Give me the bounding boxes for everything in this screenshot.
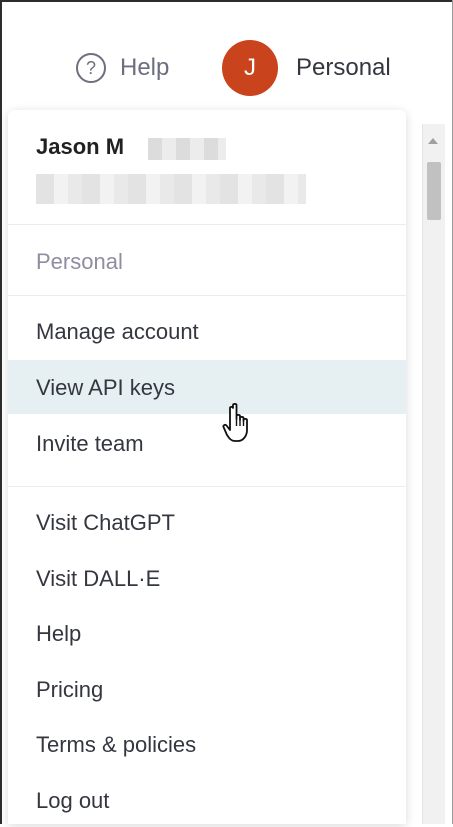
avatar: J	[222, 40, 278, 96]
redacted-email	[36, 174, 306, 204]
menu-item-log-out[interactable]: Log out	[8, 773, 406, 827]
menu-item-label: Pricing	[36, 677, 104, 702]
menu-section-account: Manage account View API keys Invite team	[8, 304, 406, 487]
menu-item-label: Manage account	[36, 319, 199, 344]
top-bar: ? Help J Personal	[0, 0, 453, 110]
menu-item-label: Log out	[36, 788, 110, 813]
account-dropdown-menu: Jason M Personal Manage account View API…	[8, 110, 406, 824]
menu-item-pricing[interactable]: Pricing	[8, 662, 406, 716]
help-link[interactable]: ? Help	[76, 52, 169, 84]
menu-item-visit-chatgpt[interactable]: Visit ChatGPT	[8, 495, 406, 549]
menu-item-label: Terms & policies	[36, 732, 197, 757]
vertical-scrollbar[interactable]	[422, 124, 445, 824]
menu-item-terms-policies[interactable]: Terms & policies	[8, 717, 406, 771]
menu-section-links: Visit ChatGPT Visit DALL·E Help Pricing …	[8, 495, 406, 824]
menu-item-label: Visit DALL·E	[36, 566, 161, 591]
menu-item-visit-dalle[interactable]: Visit DALL·E	[8, 551, 406, 605]
account-menu-button[interactable]: J Personal	[222, 40, 391, 96]
menu-item-label: Visit ChatGPT	[36, 510, 175, 535]
menu-item-manage-account[interactable]: Manage account	[8, 304, 406, 358]
scroll-up-arrow-icon[interactable]	[428, 138, 438, 144]
menu-item-help[interactable]: Help	[8, 606, 406, 660]
redacted-surname	[148, 138, 226, 160]
scroll-thumb[interactable]	[427, 162, 441, 220]
menu-item-label: Invite team	[36, 431, 144, 456]
menu-item-label: Help	[36, 621, 82, 646]
menu-org-section: Personal	[8, 225, 406, 296]
window-frame-left	[0, 0, 2, 824]
menu-user-info: Jason M	[8, 110, 406, 225]
menu-item-invite-team[interactable]: Invite team	[8, 416, 406, 470]
menu-item-label: View API keys	[36, 375, 175, 400]
help-icon-glyph: ?	[85, 58, 96, 78]
avatar-initial: J	[244, 54, 256, 81]
account-label: Personal	[296, 54, 391, 81]
hand-pointer-cursor-icon	[222, 402, 248, 442]
user-name: Jason M	[36, 134, 125, 159]
menu-item-view-api-keys[interactable]: View API keys	[8, 360, 406, 414]
org-label: Personal	[36, 249, 123, 274]
question-circle-icon: ?	[76, 53, 106, 83]
help-label: Help	[120, 54, 170, 81]
